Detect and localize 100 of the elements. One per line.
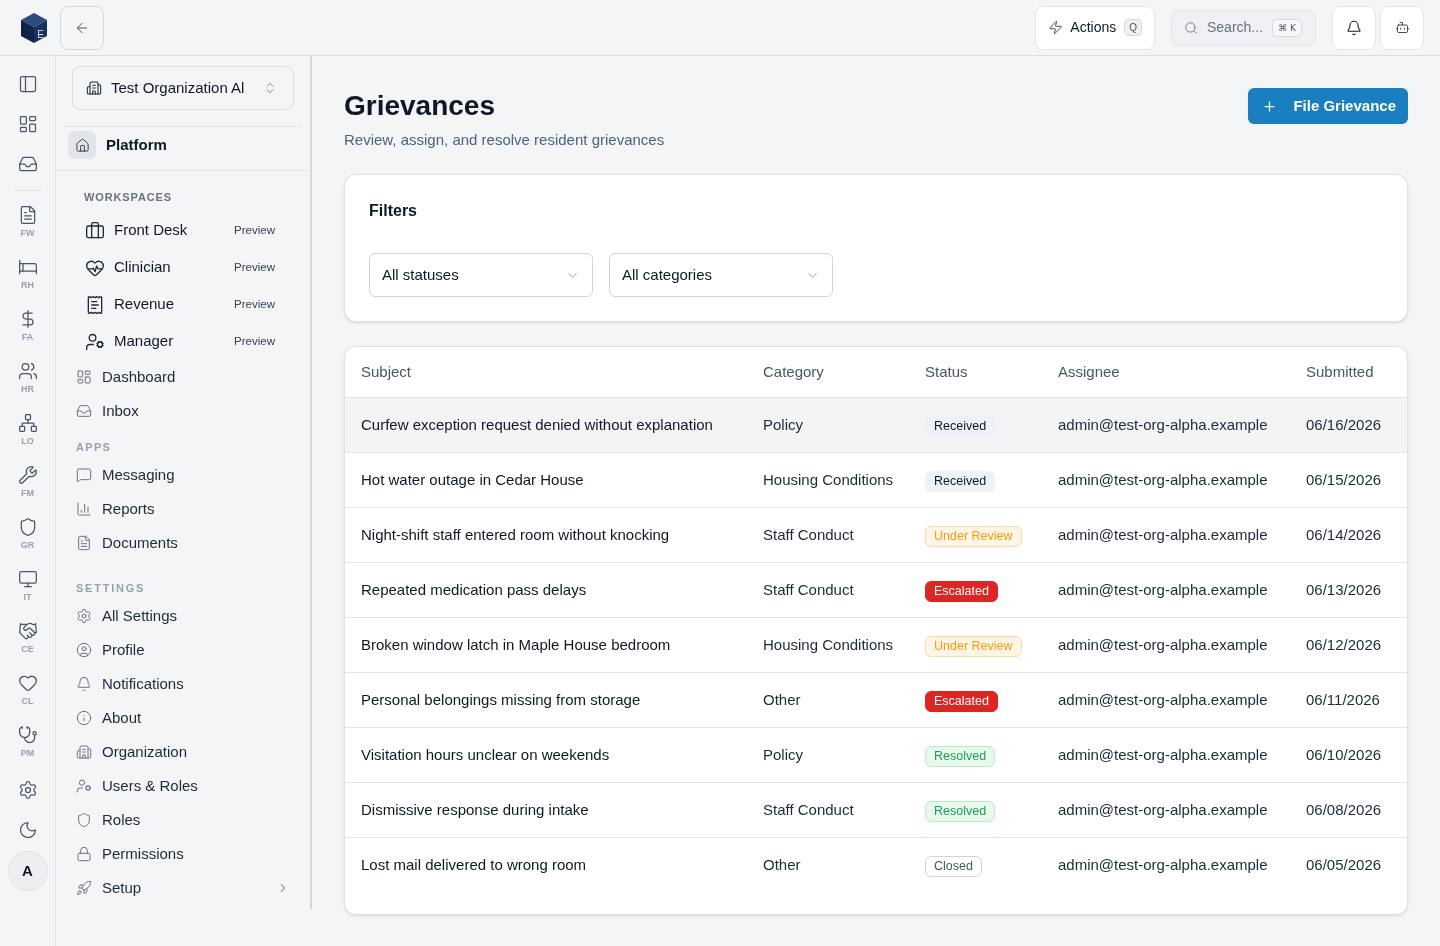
hierarchy-icon <box>17 413 38 433</box>
table-row[interactable]: Lost mail delivered to wrong room Other Closed admin@test-org-alpha.example 06/05/2026 <box>345 837 1407 892</box>
table-row[interactable]: Repeated medication pass delays Staff Conduct Escalated admin@test-org-alpha.example 06/13/2026 <box>345 562 1407 617</box>
user-avatar[interactable]: A <box>7 851 48 891</box>
preview-label: Preview <box>234 296 275 312</box>
category-text: Policy <box>763 415 803 433</box>
category-text: Housing Conditions <box>763 635 894 653</box>
subject-text: Repeated medication pass delays <box>361 580 587 598</box>
column-header: Submitted <box>1306 362 1374 380</box>
assignee-email: admin@test-org-alpha.example <box>1058 525 1268 543</box>
moon-icon <box>17 820 38 840</box>
message-icon <box>76 467 92 483</box>
nav-link[interactable]: Dashboard <box>56 360 310 394</box>
wrench-icon <box>17 465 38 485</box>
assignee-email: admin@test-org-alpha.example <box>1058 855 1268 873</box>
nav-link[interactable]: Users & Roles <box>56 769 310 803</box>
user-circle-icon <box>76 642 92 658</box>
nav-link[interactable]: Notifications <box>56 667 310 701</box>
panel-icon <box>17 74 38 94</box>
user-gear-icon <box>85 331 105 352</box>
info-icon <box>76 710 92 726</box>
nav-link[interactable]: Messaging <box>56 458 310 492</box>
category-text: Staff Conduct <box>763 800 854 818</box>
bell-icon <box>1346 19 1362 36</box>
workspace-link[interactable]: Front Desk Preview <box>56 212 310 249</box>
section-heading: SETTINGS <box>75 581 147 595</box>
status-tag: Resolved <box>925 800 996 822</box>
preview-label: Preview <box>234 222 275 238</box>
lock-icon <box>76 846 92 862</box>
filter-select[interactable]: All categories <box>609 253 833 297</box>
subject-text: Visitation hours unclear on weekends <box>361 745 610 763</box>
inbox-icon <box>17 154 38 174</box>
actions-button[interactable]: Actions Q <box>1035 5 1155 50</box>
nav-link[interactable]: Organization <box>56 735 310 769</box>
workspace-link[interactable]: Revenue Preview <box>56 286 310 323</box>
category-text: Policy <box>763 745 803 763</box>
file-grievance-button[interactable]: File Grievance <box>1248 88 1408 124</box>
organization-selector[interactable]: Test Organization Al <box>72 66 294 110</box>
rocket-icon <box>76 880 92 896</box>
column-header: Status <box>925 362 968 380</box>
shortcut-key: ⌘ K <box>1272 18 1302 37</box>
status-tag: Received <box>925 415 996 437</box>
nav-link[interactable]: About <box>56 701 310 735</box>
subject-text: Night-shift staff entered room without knocking <box>361 525 670 543</box>
table-row[interactable]: Visitation hours unclear on weekends Policy Resolved admin@test-org-alpha.example 06/10/2026 <box>345 727 1407 782</box>
user-gear-icon <box>76 778 92 794</box>
section-heading: APPS <box>75 440 113 454</box>
submitted-date: 06/11/2026 <box>1306 690 1380 708</box>
assignee-email: admin@test-org-alpha.example <box>1058 580 1268 598</box>
nav-link[interactable]: Profile <box>56 633 310 667</box>
table-row[interactable]: Hot water outage in Cedar House Housing Conditions Received admin@test-org-alpha.example 06/15/2026 <box>345 452 1407 507</box>
building-icon <box>76 744 92 760</box>
subject-text: Dismissive response during intake <box>361 800 589 818</box>
briefcase-icon <box>85 220 105 241</box>
status-tag: Escalated <box>925 580 998 602</box>
category-text: Staff Conduct <box>763 580 854 598</box>
search-button[interactable]: Search... ⌘ K <box>1171 9 1316 46</box>
subject-text: Hot water outage in Cedar House <box>361 470 584 488</box>
column-header: Subject <box>361 362 412 380</box>
notifications-button[interactable] <box>1332 5 1376 50</box>
building-icon <box>86 80 102 96</box>
handshake-icon <box>17 621 38 641</box>
assignee-email: admin@test-org-alpha.example <box>1058 415 1268 433</box>
submitted-date: 06/16/2026 <box>1306 415 1382 433</box>
table-row[interactable]: Personal belongings missing from storage Other Escalated admin@test-org-alpha.example 06/11/2026 <box>345 672 1407 727</box>
category-text: Staff Conduct <box>763 525 854 543</box>
nav-link[interactable]: Roles <box>56 803 310 837</box>
bar-chart-icon <box>76 501 92 517</box>
table-row[interactable]: Broken window latch in Maple House bedroom Housing Conditions Under Review admin@test-org-alpha.example 06/12/2026 <box>345 617 1407 672</box>
assignee-email: admin@test-org-alpha.example <box>1058 470 1268 488</box>
submitted-date: 06/15/2026 <box>1306 470 1382 488</box>
filter-select[interactable]: All statuses <box>369 253 593 297</box>
filters-heading: Filters <box>369 201 418 221</box>
nav-link[interactable]: Reports <box>56 492 310 526</box>
table-row[interactable]: Night-shift staff entered room without knocking Staff Conduct Under Review admin@test-org-alpha.example 06/14/2026 <box>345 507 1407 562</box>
bed-icon <box>17 257 38 277</box>
subject-text: Lost mail delivered to wrong room <box>361 855 587 873</box>
subject-text: Curfew exception request denied without explanation <box>361 415 713 433</box>
table-row[interactable]: Dismissive response during intake Staff Conduct Resolved admin@test-org-alpha.example 06/08/2026 <box>345 782 1407 837</box>
nav-link[interactable]: Documents <box>56 526 310 560</box>
nav-link[interactable]: Permissions <box>56 837 310 871</box>
nav-link[interactable]: Setup <box>56 871 310 905</box>
subject-text: Personal belongings missing from storage <box>361 690 641 708</box>
assignee-email: admin@test-org-alpha.example <box>1058 635 1268 653</box>
nav-link[interactable]: Inbox <box>56 394 310 428</box>
platform-link[interactable]: Platform <box>68 131 298 159</box>
nav-link[interactable]: All Settings <box>56 599 310 633</box>
shortcut-key: Q <box>1124 19 1142 36</box>
preview-label: Preview <box>234 333 275 349</box>
home-icon <box>68 131 96 159</box>
page-title: Grievances <box>344 89 496 123</box>
subject-text: Broken window latch in Maple House bedroom <box>361 635 671 653</box>
search-icon <box>1184 20 1198 35</box>
workspace-link[interactable]: Clinician Preview <box>56 249 310 286</box>
inbox-icon <box>76 403 92 419</box>
workspace-link[interactable]: Manager Preview <box>56 323 310 360</box>
submitted-date: 06/14/2026 <box>1306 525 1382 543</box>
status-tag: Closed <box>925 855 982 877</box>
submitted-date: 06/05/2026 <box>1306 855 1382 873</box>
column-header: Assignee <box>1058 362 1120 380</box>
